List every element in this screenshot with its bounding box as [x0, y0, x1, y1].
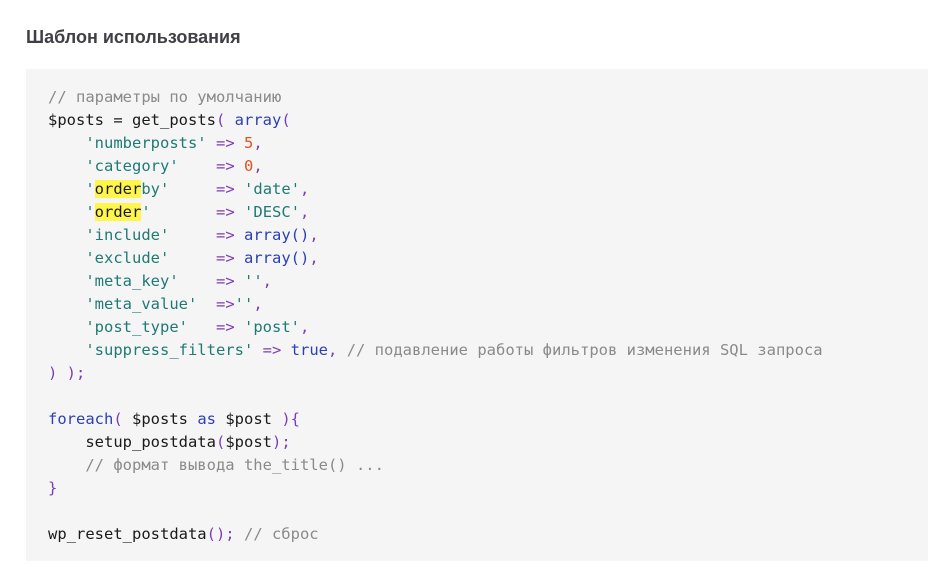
code-comment: // сброс: [243, 525, 319, 543]
section-title: Шаблон использования: [26, 27, 241, 47]
code-punct: (: [216, 111, 235, 129]
code-comment: // параметры по умолчанию: [48, 88, 282, 106]
code-block: // параметры по умолчанию $posts = get_p…: [26, 69, 928, 561]
code-string: 'DESC': [244, 203, 301, 221]
code-variable: $posts: [132, 410, 188, 428]
code-string: '': [234, 295, 254, 313]
code-keyword: true: [290, 341, 328, 359]
code-key: 'post_type': [85, 318, 188, 336]
code-arrow: =>: [215, 318, 235, 336]
code-key: 'category': [85, 157, 179, 175]
code-string: '': [244, 272, 263, 290]
code-arrow: =>: [216, 134, 235, 152]
code-arrow: =>: [216, 249, 235, 267]
code-arrow: =>: [216, 203, 235, 221]
search-highlight: order: [94, 203, 142, 221]
code-variable: $post: [225, 433, 272, 451]
code-arrow: =>: [215, 272, 235, 290]
code-key: 'meta_key': [85, 272, 179, 290]
code-arrow: =>: [216, 180, 235, 198]
code-punct: }: [48, 479, 58, 497]
code-key: 'numberposts': [85, 134, 207, 152]
code-keyword: foreach: [48, 410, 114, 428]
code-key: 'suppress_filters': [85, 341, 254, 359]
code-arrow: =>: [215, 157, 235, 175]
code-arrow: =>: [262, 341, 282, 359]
code-comment: // подавление работы фильтров изменения …: [346, 341, 823, 359]
code-string: 'post': [244, 318, 300, 336]
code-function: wp_reset_postdata: [48, 525, 207, 543]
code-keyword: array(): [244, 226, 310, 244]
code-punct: (: [281, 111, 291, 129]
code-function: get_posts: [132, 111, 216, 129]
code-keyword: array: [234, 111, 282, 129]
code-key: 'meta_value': [85, 295, 198, 313]
code-function: setup_postdata: [85, 433, 216, 451]
code-key: 'exclude': [85, 249, 170, 267]
code-keyword: array(): [244, 249, 310, 267]
code-arrow: =>: [216, 226, 235, 244]
code-key: 'include': [85, 226, 170, 244]
code-variable: $posts: [48, 111, 104, 129]
code-number: 0: [244, 157, 254, 175]
code-number: 5: [244, 134, 254, 152]
search-highlight: order: [94, 180, 142, 198]
code-arrow: =>: [215, 295, 235, 313]
code-variable: $post: [225, 410, 272, 428]
code-comment: // формат вывода the_title() ...: [85, 456, 384, 474]
code-string: 'date': [244, 180, 301, 198]
code-operator: =: [104, 111, 132, 129]
code-listing: // параметры по умолчанию $posts = get_p…: [48, 88, 823, 543]
code-keyword: as: [188, 410, 226, 428]
code-punct: ) );: [48, 364, 86, 382]
